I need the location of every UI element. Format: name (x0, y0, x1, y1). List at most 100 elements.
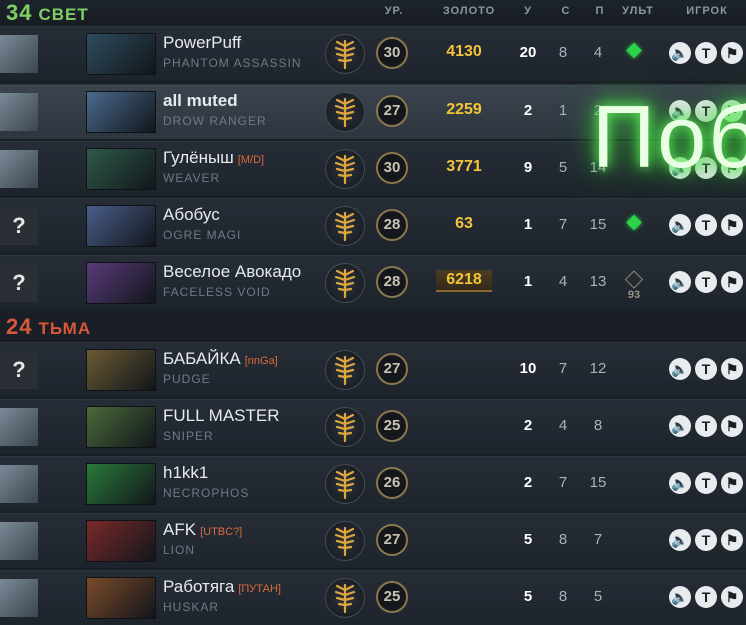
player-name[interactable]: h1kk1 (163, 463, 212, 483)
player-name[interactable]: БАБАЙКА [nnGa] (163, 349, 278, 369)
player-name[interactable]: FULL MASTER (163, 406, 284, 426)
player-name-text: Гулёныш (163, 148, 234, 167)
report-button[interactable]: ⚑ (721, 42, 743, 64)
player-name[interactable]: PowerPuff (163, 33, 245, 53)
player-name-text: FULL MASTER (163, 406, 280, 425)
deaths-value: 8 (558, 531, 568, 548)
deaths-value: 5 (558, 159, 568, 176)
player-row[interactable]: Работяга [ПУТАН] HUSKAR 25 5 8 5 🔈 T ⚑ (0, 570, 746, 625)
player-name[interactable]: all muted (163, 91, 242, 111)
text-chat-icon: T (701, 217, 711, 233)
gold-value: 3771 (446, 158, 482, 175)
player-row[interactable]: FULL MASTER SNIPER 25 2 4 8 🔈 T ⚑ (0, 399, 746, 454)
radiant-team-title: 34 СВЕТ (6, 0, 89, 26)
hero-name: PHANTOM ASSASSIN (163, 56, 302, 70)
hero-level: 26 (376, 467, 408, 499)
mute-text-button[interactable]: T (695, 586, 717, 608)
deaths-value: 8 (558, 44, 568, 61)
mute-voice-button[interactable]: 🔈 (669, 529, 691, 551)
col-kills: У (524, 5, 532, 17)
mute-text-button[interactable]: T (695, 415, 717, 437)
mute-text-button[interactable]: T (695, 42, 717, 64)
report-button[interactable]: ⚑ (721, 586, 743, 608)
flag-icon: ⚑ (725, 475, 739, 491)
flag-icon: ⚑ (725, 217, 739, 233)
hero-name: WEAVER (163, 171, 221, 185)
col-deaths: С (561, 5, 571, 17)
assists-value: 4 (593, 44, 603, 61)
avatar (0, 35, 38, 73)
kills-value: 2 (523, 417, 533, 434)
player-row[interactable]: ? Веселое Авокадо FACELESS VOID 28 6218 1 4 13 9… (0, 255, 746, 310)
mute-voice-button[interactable]: 🔈 (669, 42, 691, 64)
ult-cooldown-icon (624, 270, 644, 289)
speaker-icon: 🔈 (671, 532, 689, 548)
report-button[interactable]: ⚑ (721, 415, 743, 437)
speaker-icon: 🔈 (671, 361, 689, 377)
player-name[interactable]: Веселое Авокадо (163, 262, 305, 282)
tree-emblem-icon (325, 578, 365, 618)
player-name-text: PowerPuff (163, 33, 242, 52)
gold-value: 2259 (446, 101, 482, 118)
text-chat-icon: T (701, 418, 711, 434)
mute-text-button[interactable]: T (695, 472, 717, 494)
mute-voice-button[interactable]: 🔈 (669, 214, 691, 236)
hero-name: SNIPER (163, 429, 214, 443)
tree-emblem-icon (325, 149, 365, 189)
avatar-unknown: ? (0, 351, 38, 389)
hero-portrait (86, 463, 156, 505)
hero-level: 27 (376, 524, 408, 556)
player-row[interactable]: AFK [UTBC?] LION 27 5 8 7 🔈 T ⚑ (0, 513, 746, 568)
mute-voice-button[interactable]: 🔈 (669, 415, 691, 437)
mute-voice-button[interactable]: 🔈 (669, 472, 691, 494)
player-name[interactable]: Гулёныш [M/D] (163, 148, 264, 168)
flag-icon: ⚑ (725, 418, 739, 434)
mute-voice-button[interactable]: 🔈 (669, 358, 691, 380)
mute-text-button[interactable]: T (695, 214, 717, 236)
report-button[interactable]: ⚑ (721, 472, 743, 494)
player-row[interactable]: ? Абобус OGRE MAGI 28 63 1 7 15 🔈 T ⚑ (0, 198, 746, 253)
hero-name: PUDGE (163, 372, 211, 386)
mute-text-button[interactable]: T (695, 358, 717, 380)
report-button[interactable]: ⚑ (721, 271, 743, 293)
gold-value: 4130 (446, 43, 482, 60)
player-name[interactable]: Абобус (163, 205, 224, 225)
player-row[interactable]: PowerPuff PHANTOM ASSASSIN 30 4130 20 8 4 🔈 T ⚑ (0, 26, 746, 81)
assists-value: 5 (593, 588, 603, 605)
report-button[interactable]: ⚑ (721, 529, 743, 551)
kills-value: 2 (523, 474, 533, 491)
ult-ready-icon (626, 214, 642, 231)
text-chat-icon: T (701, 361, 711, 377)
player-name[interactable]: AFK [UTBC?] (163, 520, 242, 540)
dire-team-title: 24 ТЬМА (6, 314, 91, 340)
player-name-text: AFK (163, 520, 197, 539)
mute-text-button[interactable]: T (695, 271, 717, 293)
hero-level: 25 (376, 581, 408, 613)
tree-emblem-icon (325, 521, 365, 561)
tree-emblem-icon (325, 464, 365, 504)
player-name-text: Веселое Авокадо (163, 262, 302, 281)
ult-cooldown: 93 (627, 289, 641, 301)
avatar (0, 522, 38, 560)
player-name-text: Абобус (163, 205, 220, 224)
dire-name: ТЬМА (38, 319, 92, 338)
tree-emblem-icon (325, 34, 365, 74)
mute-voice-button[interactable]: 🔈 (669, 271, 691, 293)
report-button[interactable]: ⚑ (721, 214, 743, 236)
avatar (0, 579, 38, 617)
victory-banner: Поб (592, 87, 746, 186)
player-row[interactable]: ? БАБАЙКА [nnGa] PUDGE 27 10 7 12 🔈 T ⚑ (0, 342, 746, 397)
assists-value: 7 (593, 531, 603, 548)
deaths-value: 7 (558, 216, 568, 233)
report-button[interactable]: ⚑ (721, 358, 743, 380)
player-row[interactable]: h1kk1 NECROPHOS 26 2 7 15 🔈 T ⚑ (0, 456, 746, 511)
kills-value: 5 (523, 531, 533, 548)
player-tag: [ПУТАН] (238, 583, 281, 595)
hero-portrait (86, 91, 156, 133)
assists-value: 15 (589, 474, 607, 491)
player-name[interactable]: Работяга [ПУТАН] (163, 577, 281, 597)
hero-portrait (86, 406, 156, 448)
mute-text-button[interactable]: T (695, 529, 717, 551)
kills-value: 2 (523, 102, 533, 119)
mute-voice-button[interactable]: 🔈 (669, 586, 691, 608)
